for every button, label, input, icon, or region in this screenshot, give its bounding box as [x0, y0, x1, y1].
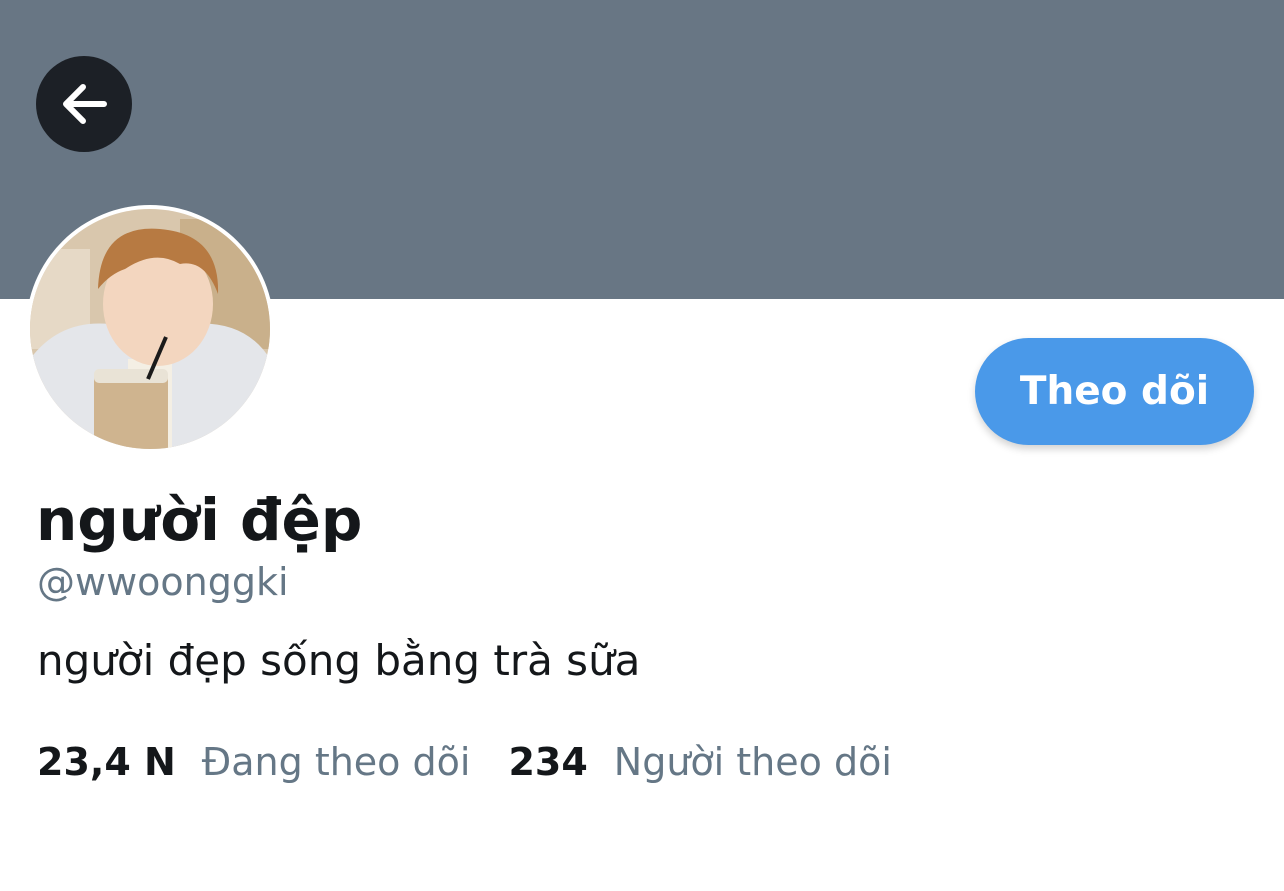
followers-link[interactable]: 234 Người theo dõi — [508, 736, 891, 788]
following-count: 23,4 N — [37, 740, 176, 784]
following-link[interactable]: 23,4 N Đang theo dõi — [37, 736, 470, 788]
arrow-left-icon — [58, 78, 110, 130]
profile-display-name: người đệp — [36, 486, 363, 554]
following-label: Đang theo dõi — [201, 740, 471, 784]
profile-bio: người đẹp sống bằng trà sữa — [37, 636, 641, 685]
profile-stats: 23,4 N Đang theo dõi 234 Người theo dõi — [37, 736, 892, 788]
followers-count: 234 — [508, 740, 588, 784]
avatar[interactable] — [30, 209, 270, 449]
back-button[interactable] — [36, 56, 132, 152]
follow-button[interactable]: Theo dõi — [975, 338, 1254, 445]
profile-handle: @wwoonggki — [37, 560, 289, 604]
followers-label: Người theo dõi — [613, 740, 892, 784]
avatar-ring — [26, 205, 274, 453]
